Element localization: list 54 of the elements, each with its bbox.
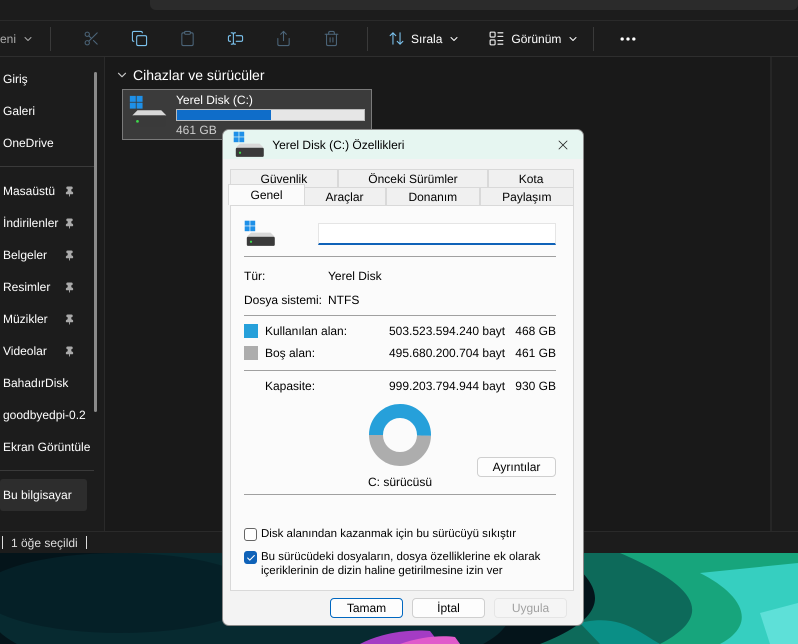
info-label: Tür: (244, 269, 266, 283)
sidebar-item[interactable]: Videolar (0, 335, 87, 367)
space-label: Boş alan: (264, 346, 316, 360)
sidebar-item[interactable]: Belgeler (0, 239, 87, 271)
sidebar-item[interactable]: Galeri (0, 95, 87, 127)
checkbox[interactable] (244, 528, 257, 541)
drive-free-space: 461 GB (176, 123, 218, 137)
tab[interactable]: Donanım (386, 187, 480, 205)
sidebar-item[interactable]: Bu bilgisayar (0, 479, 87, 511)
sidebar-item[interactable]: Giriş (0, 63, 87, 95)
sidebar-item[interactable]: Müzikler (0, 303, 87, 335)
tab[interactable]: Paylaşım (480, 187, 574, 205)
list-view-icon (488, 30, 506, 47)
space-bytes: 503.523.594.240 bayt (389, 324, 506, 338)
space-size: 468 GB (515, 324, 556, 338)
checkbox[interactable] (244, 551, 257, 564)
capacity-size: 930 GB (515, 379, 556, 393)
drive-icon (233, 130, 266, 158)
space-size: 461 GB (515, 346, 556, 360)
sidebar-item[interactable]: OneDrive (0, 127, 87, 159)
view-button[interactable]: Görünüm (488, 24, 580, 52)
tab[interactable]: Önceki Sürümler (338, 169, 488, 187)
tab[interactable]: Araçlar (303, 187, 386, 205)
section-title: Cihazlar ve sürücüler (133, 67, 264, 83)
drive-name: Yerel Disk (C:) (176, 93, 254, 107)
capacity-bytes: 999.203.794.944 bayt (389, 379, 506, 393)
dialog-button[interactable]: İptal (412, 598, 485, 618)
new-button[interactable]: eni (0, 24, 34, 52)
dialog-button[interactable]: Tamam (330, 598, 403, 618)
capacity-label: Kapasite: (264, 379, 316, 393)
info-value: NTFS (328, 293, 360, 307)
donut-chart (368, 403, 432, 467)
sidebar-item[interactable]: goodbyedpi-0.2 (0, 399, 87, 431)
info-value: Yerel Disk (328, 269, 383, 283)
space-label: Kullanılan alan: (264, 324, 348, 338)
sidebar-item[interactable]: Resimler (0, 271, 87, 303)
info-label: Dosya sistemi: (244, 293, 324, 307)
window-title: Yerel Disk (C:) Özellikleri (272, 138, 406, 152)
sidebar-item[interactable]: İndirilenler (0, 207, 87, 239)
sort-icon (388, 30, 406, 47)
tab[interactable]: Kota (488, 169, 574, 187)
sidebar-item[interactable]: Masaüstü (0, 175, 87, 207)
drive-icon (244, 220, 276, 248)
details-button[interactable]: Ayrıntılar (477, 457, 556, 477)
sort-button[interactable]: Sırala (388, 24, 460, 52)
option-label: Disk alanından kazanmak için bu sürücüyü sıkıştır (261, 527, 518, 541)
option-label: Bu sürücüdeki dosyaların, dosya özelliklerine ek olarak içeriklerinin de dizin haline getirilmesine izin ver (261, 550, 542, 578)
status-text: 1 öğe seçildi (11, 536, 78, 550)
sidebar-item[interactable]: BahadırDisk (0, 367, 87, 399)
name-field[interactable] (318, 223, 556, 245)
space-bytes: 495.680.200.704 bayt (389, 346, 506, 360)
tab[interactable]: Genel (228, 184, 305, 205)
check-icon (246, 552, 256, 562)
chart-caption: C: sürücüsü (368, 475, 432, 489)
